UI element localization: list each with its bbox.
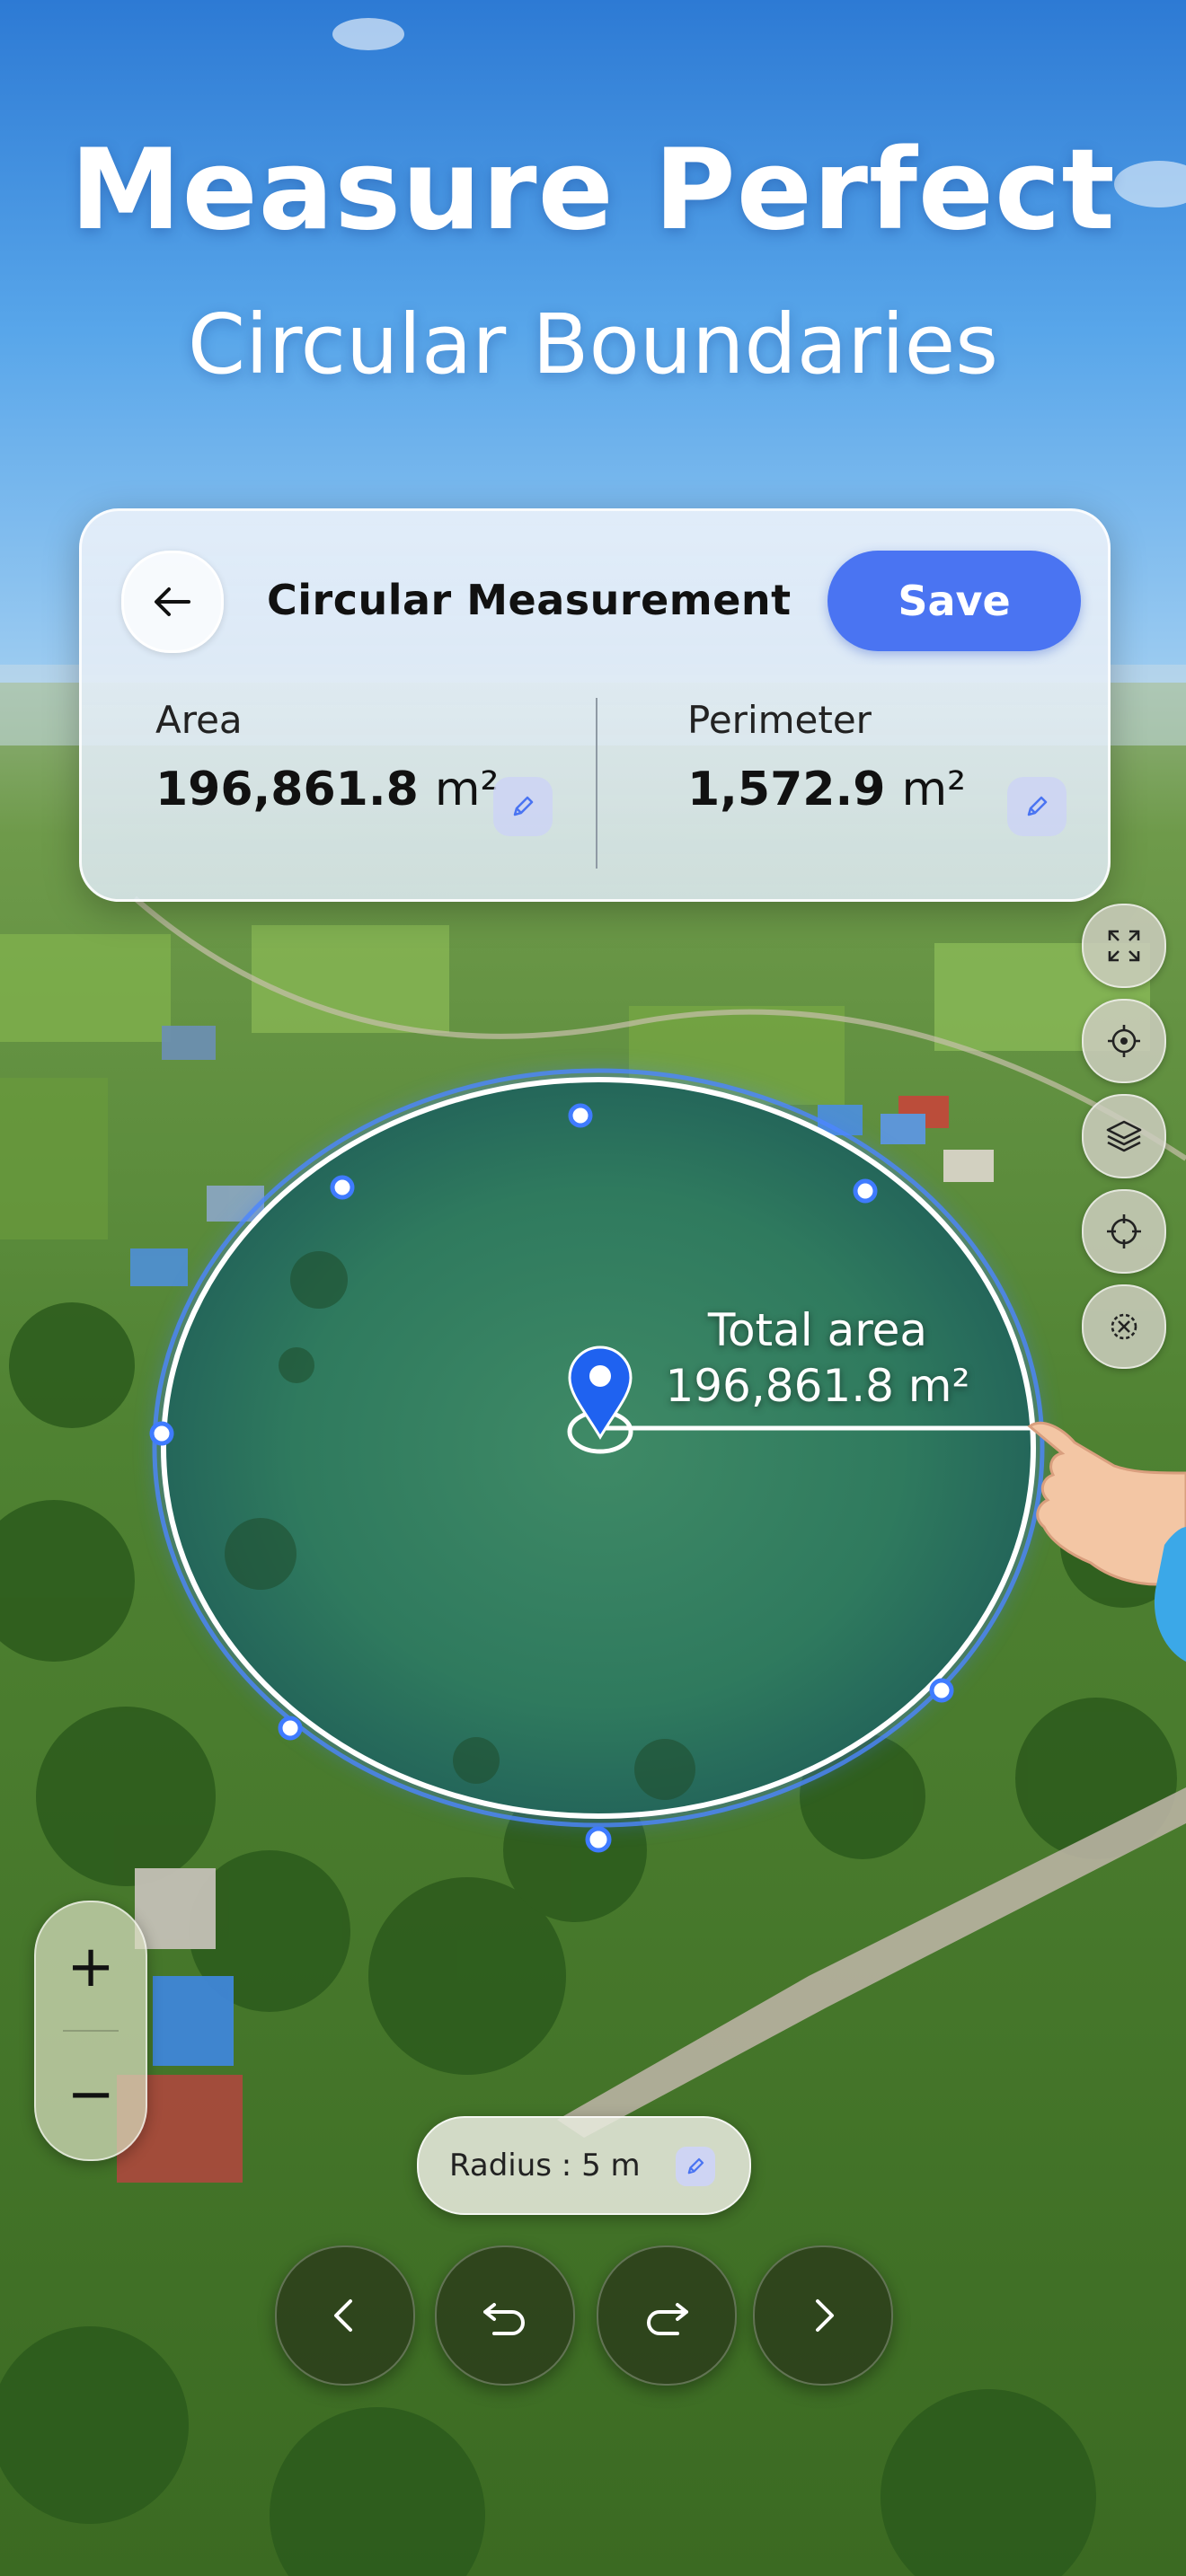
chevron-left-icon: [334, 2299, 352, 2332]
location-pin-icon: [568, 1345, 633, 1440]
radius-text: Radius : 5 m: [449, 2148, 641, 2183]
total-area-value: 196,861.8 m²: [665, 1360, 970, 1412]
card-title: Circular Measurement: [267, 576, 792, 624]
gps-button[interactable]: [1082, 999, 1166, 1083]
pencil-icon: [687, 2157, 704, 2175]
redo-icon: [647, 2303, 688, 2335]
location-off-icon: [1111, 1313, 1137, 1340]
edit-area-button[interactable]: [493, 777, 553, 836]
redo-button[interactable]: [597, 2245, 737, 2386]
stat-divider: [596, 698, 597, 869]
area-unit: m²: [434, 763, 500, 816]
handle-top-right: [853, 1178, 878, 1204]
total-area-label: Total area 196,861.8 m²: [629, 1302, 1006, 1414]
perimeter-value: 1,572.9 m²: [687, 763, 966, 816]
edit-radius-button[interactable]: [676, 2147, 715, 2186]
zoom-in-button[interactable]: +: [36, 1913, 146, 2021]
handle-bottom: [585, 1826, 612, 1853]
back-button[interactable]: [121, 551, 224, 653]
area-number: 196,861.8: [155, 763, 419, 816]
next-button[interactable]: [753, 2245, 893, 2386]
perimeter-label: Perimeter: [687, 698, 872, 742]
handle-top: [568, 1103, 593, 1128]
total-area-title: Total area: [707, 1304, 928, 1356]
target-icon: [1108, 1025, 1140, 1057]
layers-icon: [1106, 1120, 1142, 1152]
perimeter-unit: m²: [901, 763, 967, 816]
handle-left: [149, 1421, 174, 1446]
arrow-left-icon: [155, 587, 190, 616]
chevron-right-icon: [816, 2299, 834, 2332]
handle-bottom-left: [278, 1716, 303, 1741]
recenter-button[interactable]: [1082, 1189, 1166, 1274]
handle-bottom-right: [929, 1678, 954, 1703]
headline-title: Measure Perfect: [70, 126, 1116, 255]
pointing-hand-icon: [1027, 1421, 1186, 1662]
headline-subtitle: Circular Boundaries: [187, 296, 999, 393]
zoom-control: + −: [34, 1901, 147, 2161]
zoom-divider: [63, 2030, 119, 2032]
layers-button[interactable]: [1082, 1094, 1166, 1178]
expand-icon: [1108, 930, 1140, 962]
area-value: 196,861.8 m²: [155, 763, 499, 816]
edit-perimeter-button[interactable]: [1007, 777, 1067, 836]
location-off-button[interactable]: [1082, 1284, 1166, 1369]
zoom-out-button[interactable]: −: [36, 2041, 146, 2148]
previous-button[interactable]: [275, 2245, 415, 2386]
fullscreen-button[interactable]: [1082, 904, 1166, 988]
radius-control[interactable]: Radius : 5 m: [417, 2116, 751, 2215]
perimeter-number: 1,572.9: [687, 763, 886, 816]
pencil-icon: [513, 796, 534, 816]
pencil-icon: [1027, 796, 1048, 816]
handle-top-left: [330, 1175, 355, 1200]
undo-button[interactable]: [435, 2245, 575, 2386]
save-button[interactable]: Save: [828, 551, 1081, 651]
area-label: Area: [155, 698, 243, 742]
crosshair-icon: [1107, 1214, 1141, 1248]
measurement-card: Circular Measurement Save Area 196,861.8…: [79, 508, 1111, 902]
undo-icon: [483, 2303, 525, 2335]
